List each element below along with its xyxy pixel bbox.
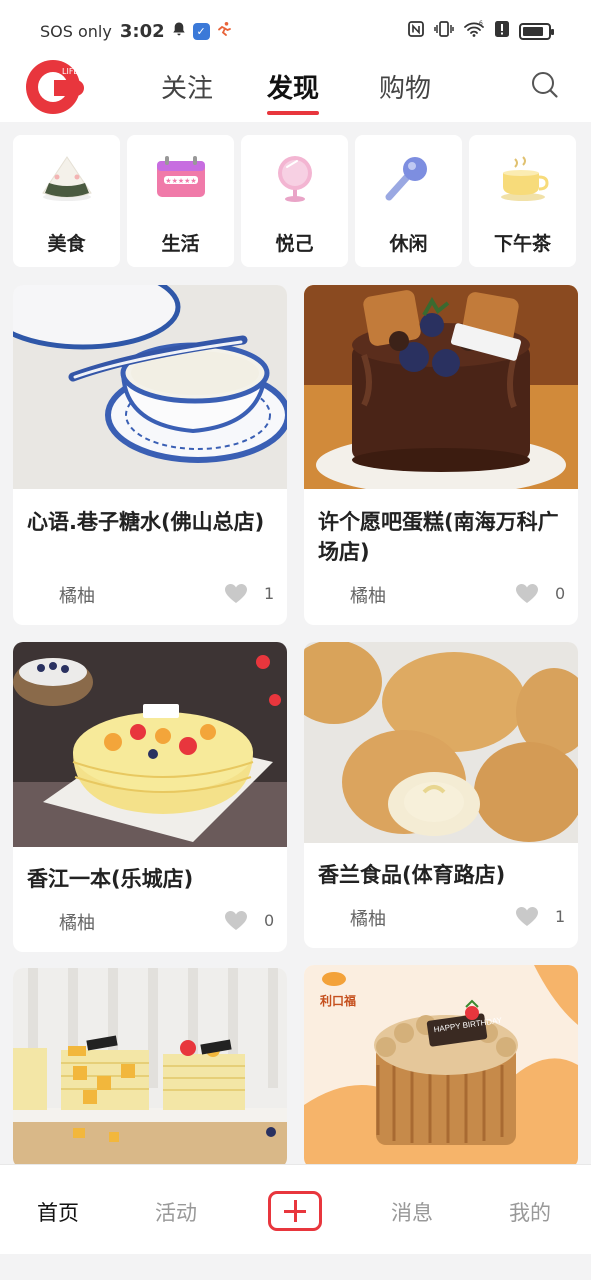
top-nav: LIFE 关注 发现 购物 xyxy=(0,60,591,122)
rice-ball-icon xyxy=(42,156,92,201)
status-left: SOS only 3:02 ✓ xyxy=(40,21,232,42)
nav-messages[interactable]: 消息 xyxy=(391,1197,433,1227)
nav-home[interactable]: 首页 xyxy=(37,1197,79,1227)
card-title[interactable]: 香江一本(乐城店) xyxy=(27,864,275,894)
nav-profile[interactable]: 我的 xyxy=(509,1197,551,1227)
gesture-area xyxy=(0,1254,591,1280)
nav-activity[interactable]: 活动 xyxy=(155,1197,197,1227)
heart-icon[interactable] xyxy=(516,907,538,927)
like-count: 0 xyxy=(555,584,566,603)
heart-icon[interactable] xyxy=(225,584,247,604)
card-author[interactable]: 橘柚 xyxy=(59,582,95,608)
carrier-text: SOS only xyxy=(40,21,112,41)
chocolate-cake-photo[interactable] xyxy=(304,285,578,489)
teacup-icon xyxy=(501,156,549,201)
heart-icon[interactable] xyxy=(516,584,538,604)
status-bar: SOS only 3:02 ✓ 6 xyxy=(0,0,591,62)
category-row: 美食 ★★★★★ 生活 悦己 休闲 下午茶 xyxy=(13,135,578,267)
category-afternoon-tea[interactable]: 下午茶 xyxy=(469,135,576,267)
vibrate-icon xyxy=(434,20,454,42)
logo-text: LIFE xyxy=(62,67,79,76)
card-title[interactable]: 许个愿吧蛋糕(南海万科广场店) xyxy=(318,507,566,567)
search-icon[interactable] xyxy=(530,70,560,100)
cream-puff-photo[interactable] xyxy=(304,642,578,843)
category-life[interactable]: ★★★★★ 生活 xyxy=(127,135,234,267)
card-author[interactable]: 橘柚 xyxy=(350,582,386,608)
card-title[interactable]: 心语.巷子糖水(佛山总店) xyxy=(27,507,275,537)
microphone-icon xyxy=(385,157,427,201)
tab-shopping[interactable]: 购物 xyxy=(379,68,431,105)
dessert-bowl-photo[interactable] xyxy=(13,285,287,489)
category-self-care[interactable]: 悦己 xyxy=(241,135,348,267)
category-label: 下午茶 xyxy=(493,233,551,255)
bottom-nav: 首页 活动 消息 我的 xyxy=(0,1164,591,1254)
tab-discover[interactable]: 发现 xyxy=(267,68,320,115)
like-count: 1 xyxy=(264,584,275,603)
birthday-cake-photo[interactable]: 利口福 HAPPY BIRTHDAY xyxy=(304,965,578,1168)
category-label: 美食 xyxy=(47,233,86,255)
svg-text:★★★★★: ★★★★★ xyxy=(165,177,196,185)
app-logo[interactable]: LIFE xyxy=(26,60,84,114)
status-time: 3:02 xyxy=(119,20,165,42)
feed-card[interactable]: 香江一本(乐城店) 橘柚 0 xyxy=(13,642,287,952)
bell-icon xyxy=(171,21,187,41)
like-count: 1 xyxy=(555,907,566,926)
card-author[interactable]: 橘柚 xyxy=(350,905,386,931)
mirror-icon xyxy=(278,156,312,202)
wifi-icon: 6 xyxy=(463,20,485,42)
category-label: 悦己 xyxy=(275,233,314,255)
card-author[interactable]: 橘柚 xyxy=(59,909,95,935)
category-food[interactable]: 美食 xyxy=(13,135,120,267)
feed-card[interactable]: 利口福 HAPPY BIRTHDAY xyxy=(304,965,578,1168)
add-icon[interactable] xyxy=(268,1191,322,1231)
category-label: 休闲 xyxy=(389,233,428,255)
fitness-icon xyxy=(216,21,232,41)
crepe-cake-slices-photo[interactable] xyxy=(13,968,287,1168)
nfc-icon xyxy=(407,20,425,42)
battery-fill xyxy=(523,26,544,36)
like-count: 0 xyxy=(264,911,275,930)
feed-card[interactable]: 香兰食品(体育路店) 橘柚 1 xyxy=(304,642,578,948)
brand-logo-text: 利口福 xyxy=(320,993,356,1008)
app-notification-icon: ✓ xyxy=(192,22,210,40)
card-title[interactable]: 香兰食品(体育路店) xyxy=(318,860,566,890)
calendar-icon: ★★★★★ xyxy=(157,156,205,197)
wifi-badge: 6 xyxy=(479,20,483,27)
category-label: 生活 xyxy=(161,233,200,255)
battery-icon xyxy=(519,22,554,40)
category-leisure[interactable]: 休闲 xyxy=(355,135,462,267)
alert-icon xyxy=(494,20,510,42)
status-right: 6 xyxy=(407,20,554,42)
feed-card[interactable]: 心语.巷子糖水(佛山总店) 橘柚 1 xyxy=(13,285,287,625)
feed-card[interactable]: 许个愿吧蛋糕(南海万科广场店) 橘柚 0 xyxy=(304,285,578,625)
tab-following[interactable]: 关注 xyxy=(161,68,213,105)
feed-card[interactable] xyxy=(13,968,287,1168)
heart-icon[interactable] xyxy=(225,911,247,931)
mango-crepe-cake-photo[interactable] xyxy=(13,642,287,847)
